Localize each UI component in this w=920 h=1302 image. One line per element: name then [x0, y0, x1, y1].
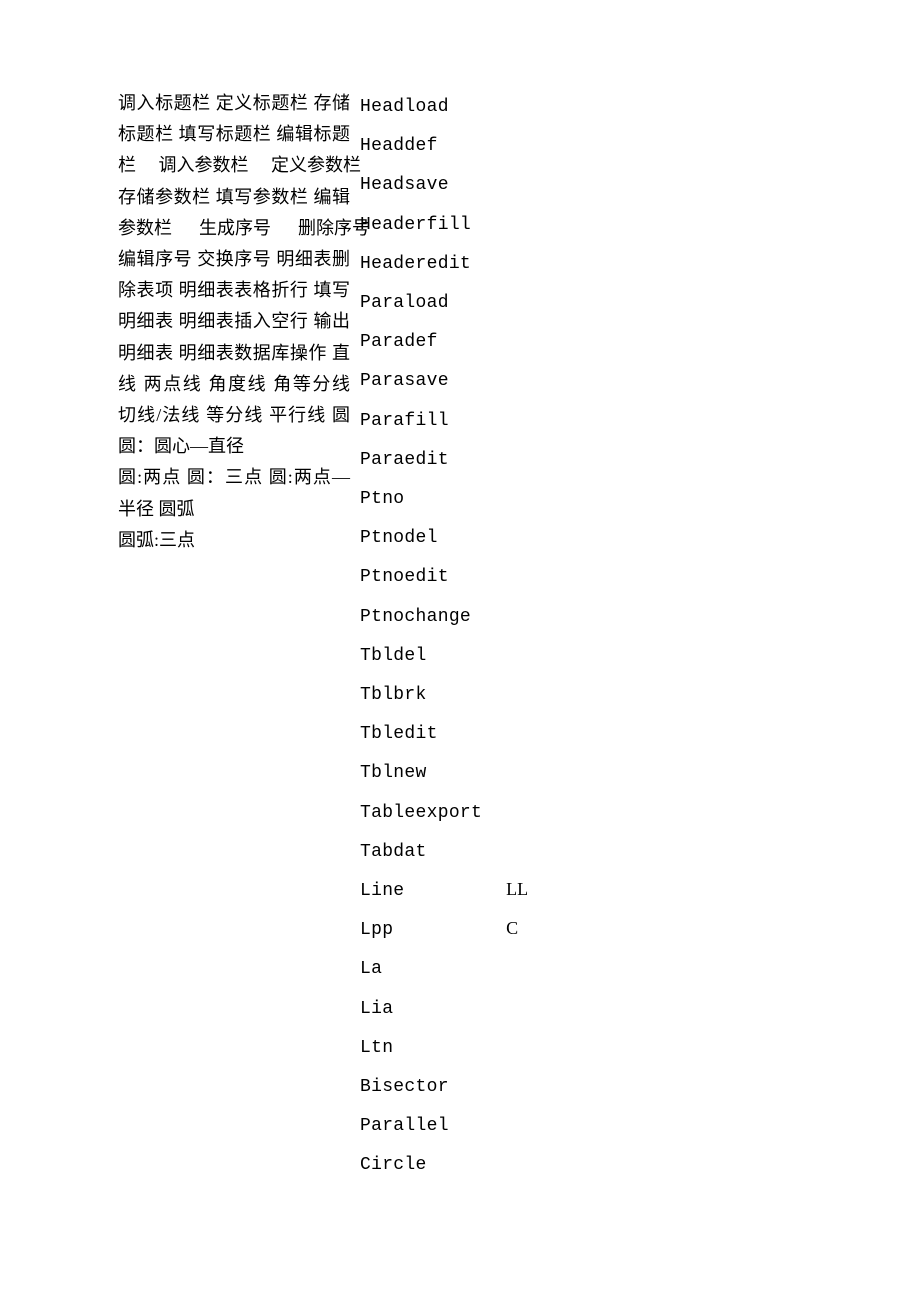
command-item: Ptno	[360, 480, 482, 519]
command-item: Headerfill	[360, 206, 482, 245]
command-item: Paradef	[360, 323, 482, 362]
command-item: Paraedit	[360, 441, 482, 480]
command-item: Lpp	[360, 911, 482, 950]
text-line: 编辑序号 交换序号 明细表删	[118, 244, 350, 275]
command-item: Tbledit	[360, 715, 482, 754]
text-line: 标题栏 填写标题栏 编辑标题	[118, 119, 350, 150]
command-item: Parallel	[360, 1107, 482, 1146]
command-list-column: Headload Headdef Headsave Headerfill Hea…	[360, 88, 482, 1178]
command-item: Ptnodel	[360, 519, 482, 558]
text-line: 除表项 明细表表格折行 填写	[118, 275, 350, 306]
chinese-text-column: 调入标题栏 定义标题栏 存储 标题栏 填写标题栏 编辑标题 栏 调入参数栏 定义…	[118, 88, 350, 556]
command-item: Line	[360, 872, 482, 911]
text-line: 存储参数栏 填写参数栏 编辑	[118, 182, 350, 213]
command-item: Headload	[360, 88, 482, 127]
text-line: 栏 调入参数栏 定义参数栏	[118, 150, 350, 181]
text-line: 半径 圆弧	[118, 494, 350, 525]
command-item: Tblbrk	[360, 676, 482, 715]
text-line: 参数栏 生成序号 删除序号	[118, 213, 350, 244]
command-item: Ptnoedit	[360, 558, 482, 597]
abbr-item: LL	[506, 870, 528, 909]
command-item: Tblnew	[360, 754, 482, 793]
abbr-item: C	[506, 909, 528, 948]
command-item: Bisector	[360, 1068, 482, 1107]
command-item: Tabdat	[360, 833, 482, 872]
text-line: 圆:两点 圆：三点 圆:两点—	[118, 462, 350, 493]
command-item: Headdef	[360, 127, 482, 166]
text-line: 圆弧:三点	[118, 525, 350, 556]
text-line: 线 两点线 角度线 角等分线	[118, 369, 350, 400]
text-line: 切线/法线 等分线 平行线 圆	[118, 400, 350, 431]
command-item: Paraload	[360, 284, 482, 323]
command-item: Ptnochange	[360, 598, 482, 637]
command-item: Headsave	[360, 166, 482, 205]
command-item: Circle	[360, 1146, 482, 1178]
command-item: Parafill	[360, 402, 482, 441]
abbreviation-column: LL C	[506, 870, 528, 948]
text-line: 圆：圆心—直径	[118, 431, 350, 462]
command-item: Lia	[360, 990, 482, 1029]
command-item: Ltn	[360, 1029, 482, 1068]
command-item: Parasave	[360, 362, 482, 401]
command-item: Tableexport	[360, 794, 482, 833]
text-line: 明细表 明细表数据库操作 直	[118, 338, 350, 369]
command-item: Tbldel	[360, 637, 482, 676]
command-item: La	[360, 950, 482, 989]
text-line: 调入标题栏 定义标题栏 存储	[118, 88, 350, 119]
text-line: 明细表 明细表插入空行 输出	[118, 306, 350, 337]
command-item: Headeredit	[360, 245, 482, 284]
